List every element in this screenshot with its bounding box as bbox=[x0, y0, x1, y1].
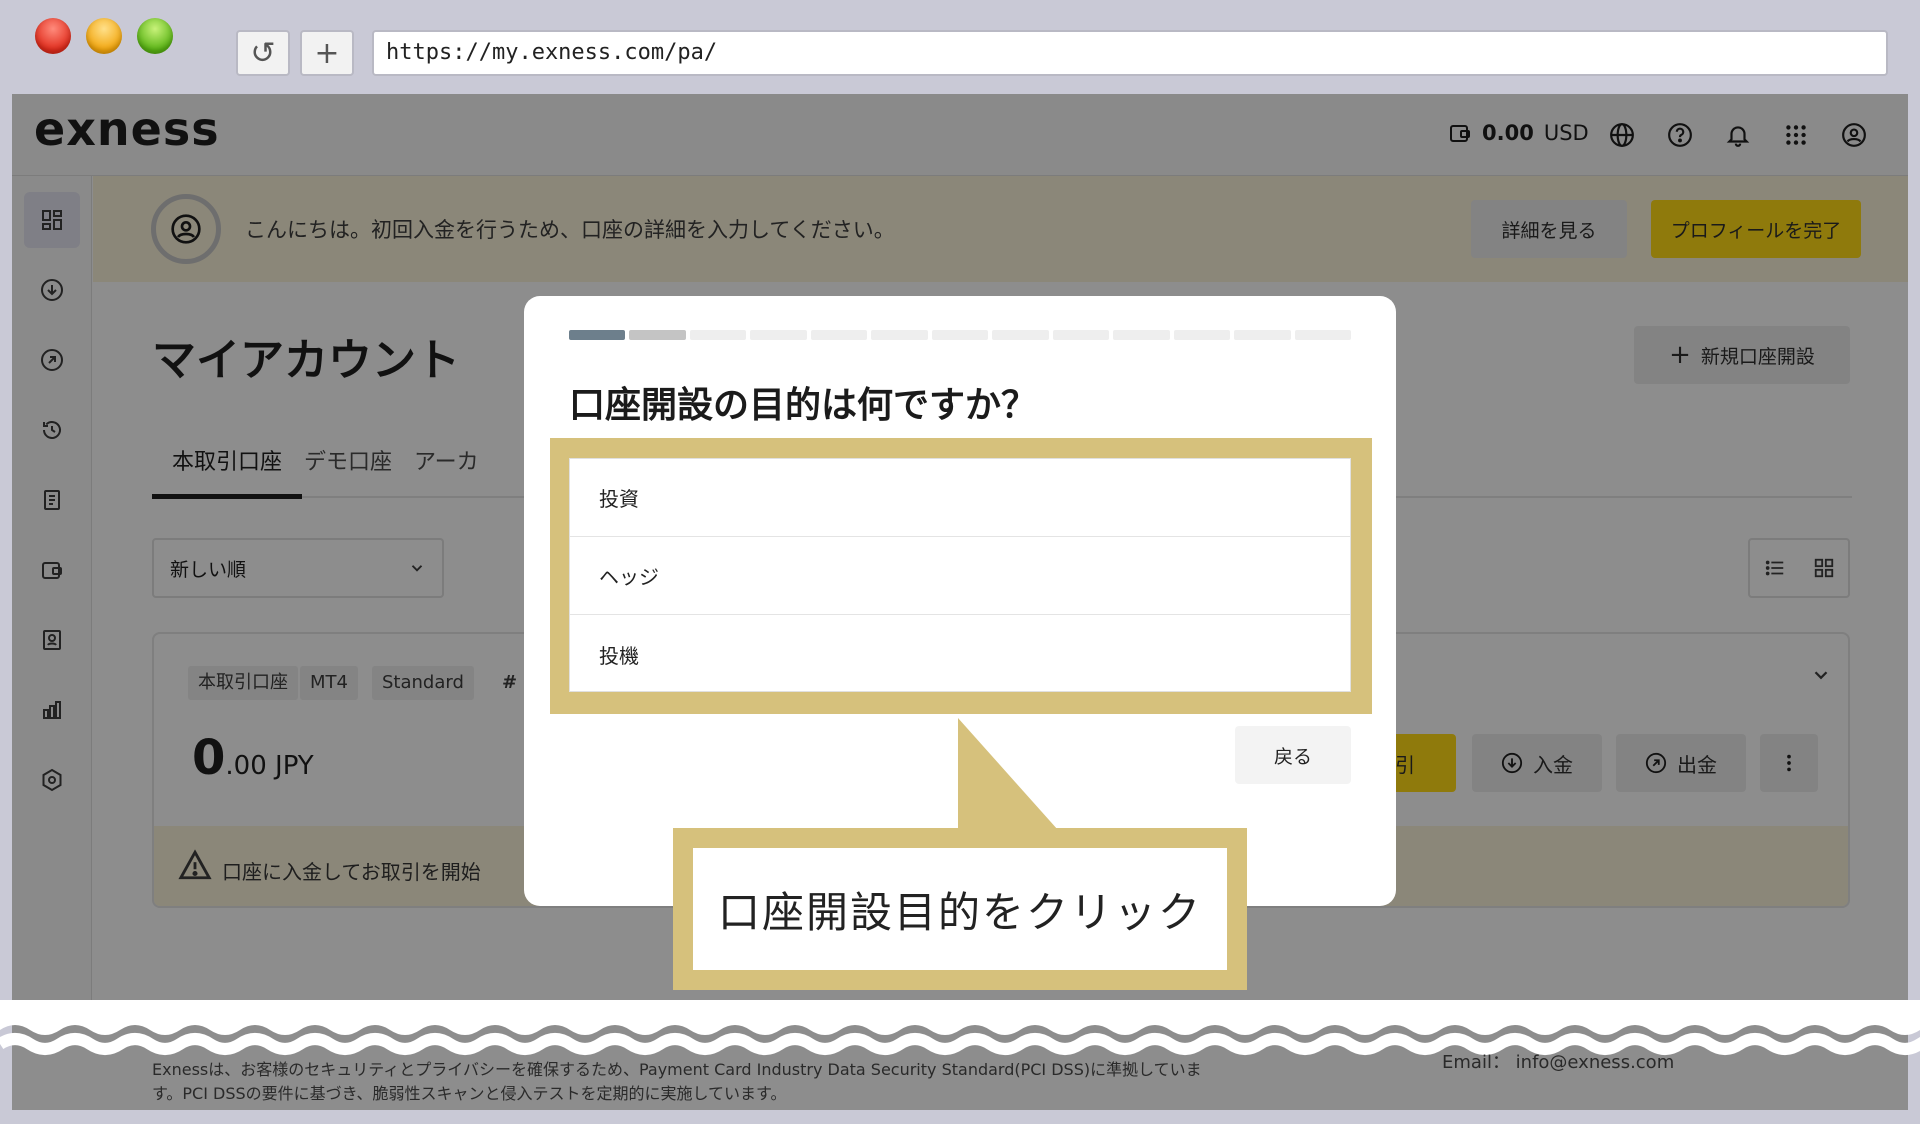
settings-icon[interactable] bbox=[24, 752, 80, 808]
banner-message: こんにちは。初回入金を行うため、口座の詳細を入力してください。 bbox=[245, 218, 895, 242]
withdraw-icon bbox=[1645, 752, 1667, 774]
withdraw-label: 出金 bbox=[1677, 752, 1717, 777]
withdraw-button[interactable]: 出金 bbox=[1616, 734, 1746, 792]
dashboard-icon[interactable] bbox=[24, 192, 80, 248]
option-hedge[interactable]: ヘッジ bbox=[570, 537, 1350, 615]
maximize-window-button[interactable] bbox=[137, 18, 173, 54]
footer-email[interactable]: Email： info@exness.com bbox=[1442, 1048, 1674, 1074]
list-view-icon[interactable] bbox=[1764, 557, 1786, 579]
contacts-icon[interactable] bbox=[24, 612, 80, 668]
reload-icon: ↺ bbox=[250, 35, 276, 71]
modal-title: 口座開設の目的は何ですか？ bbox=[569, 385, 1038, 426]
progress-step bbox=[1113, 330, 1170, 340]
apps-grid-icon[interactable] bbox=[1780, 119, 1812, 151]
callout-pointer bbox=[958, 718, 1058, 830]
progress-step bbox=[1234, 330, 1291, 340]
more-options-button[interactable] bbox=[1760, 734, 1818, 792]
new-account-label: 新規口座開設 bbox=[1700, 345, 1815, 368]
more-vertical-icon bbox=[1787, 754, 1791, 772]
tab-archived-accounts[interactable]: アーカ bbox=[414, 444, 479, 476]
tab-real-accounts[interactable]: 本取引口座 bbox=[152, 444, 303, 499]
plus-icon: + bbox=[1669, 340, 1691, 370]
sort-label: 新しい順 bbox=[170, 558, 247, 581]
chevron-down-icon bbox=[411, 565, 423, 572]
bell-icon[interactable] bbox=[1722, 119, 1754, 151]
purpose-options: 投資 ヘッジ 投機 bbox=[569, 458, 1351, 692]
option-speculation[interactable]: 投機 bbox=[570, 615, 1350, 693]
page-title: マイアカウント bbox=[152, 335, 460, 386]
progress-step bbox=[569, 330, 626, 340]
platform-chip: MT4 bbox=[300, 666, 358, 700]
help-icon[interactable] bbox=[1664, 119, 1696, 151]
progress-step bbox=[992, 330, 1049, 340]
account-balance: 0.00 JPY bbox=[192, 730, 314, 786]
withdraw-icon[interactable] bbox=[24, 332, 80, 388]
deposit-button[interactable]: 入金 bbox=[1472, 734, 1602, 792]
chevron-down-icon[interactable] bbox=[1810, 664, 1832, 686]
footer-compliance-text: Exnessは、お客様のセキュリティとプライバシーを確保するため、Payment… bbox=[152, 1060, 1202, 1103]
close-window-button[interactable] bbox=[35, 18, 71, 54]
progress-step bbox=[689, 330, 747, 340]
documents-icon[interactable] bbox=[24, 472, 80, 528]
progress-step bbox=[1052, 330, 1110, 340]
balance-currency: USD bbox=[1543, 121, 1589, 145]
reload-button[interactable]: ↺ bbox=[236, 30, 290, 76]
progress-step bbox=[1294, 330, 1352, 340]
sort-select[interactable]: 新しい順 bbox=[152, 538, 444, 598]
balance-display[interactable]: 0.00 USD bbox=[1448, 121, 1589, 145]
option-investment[interactable]: 投資 bbox=[570, 459, 1350, 537]
balance-integer: 0 bbox=[192, 730, 226, 786]
minimize-window-button[interactable] bbox=[86, 18, 122, 54]
wallet-nav-icon[interactable] bbox=[24, 542, 80, 598]
analytics-icon[interactable] bbox=[24, 682, 80, 738]
exness-logo[interactable]: exness bbox=[34, 102, 220, 156]
sidebar bbox=[12, 176, 92, 1110]
progress-steps bbox=[569, 330, 1352, 340]
address-bar[interactable]: https://my.exness.com/pa/ bbox=[372, 30, 1888, 76]
grid-view-icon[interactable] bbox=[1813, 557, 1835, 579]
warning-icon bbox=[178, 849, 212, 880]
deposit-icon[interactable] bbox=[24, 262, 80, 318]
instruction-callout: 口座開設目的をクリック bbox=[673, 828, 1247, 990]
top-bar: exness 0.00 USD bbox=[12, 94, 1908, 176]
deposit-icon bbox=[1501, 752, 1523, 774]
wallet-icon bbox=[1450, 125, 1470, 142]
deposit-label: 入金 bbox=[1533, 752, 1573, 777]
callout-text: 口座開設目的をクリック bbox=[693, 848, 1227, 970]
new-tab-button[interactable]: + bbox=[300, 30, 354, 76]
warning-text: 口座に入金してお取引を開始 bbox=[222, 860, 481, 884]
tab-demo-accounts[interactable]: デモ口座 bbox=[304, 444, 392, 476]
account-class-chip: Standard bbox=[372, 666, 474, 700]
progress-step bbox=[871, 330, 928, 340]
account-type-chip: 本取引口座 bbox=[188, 666, 298, 700]
progress-step bbox=[629, 330, 686, 340]
progress-step bbox=[931, 330, 989, 340]
balance-value: 0.00 bbox=[1482, 121, 1534, 145]
avatar bbox=[151, 194, 221, 264]
view-toggle bbox=[1748, 538, 1850, 598]
history-icon[interactable] bbox=[24, 402, 80, 458]
progress-step bbox=[750, 330, 807, 340]
profile-icon[interactable] bbox=[1838, 119, 1870, 151]
back-button[interactable]: 戻る bbox=[1235, 726, 1351, 784]
details-button[interactable]: 詳細を見る bbox=[1471, 200, 1627, 258]
plus-icon: + bbox=[314, 35, 340, 71]
progress-step bbox=[1173, 330, 1231, 340]
globe-icon[interactable] bbox=[1606, 119, 1638, 151]
progress-step bbox=[810, 330, 868, 340]
complete-profile-button[interactable]: プロフィールを完了 bbox=[1651, 200, 1861, 258]
new-account-button[interactable]: + 新規口座開設 bbox=[1634, 326, 1850, 384]
balance-decimal: .00 JPY bbox=[225, 751, 314, 781]
profile-banner: こんにちは。初回入金を行うため、口座の詳細を入力してください。 詳細を見る プロ… bbox=[93, 176, 1908, 282]
user-icon bbox=[171, 214, 201, 244]
browser-chrome: ↺ + https://my.exness.com/pa/ bbox=[0, 0, 1920, 94]
